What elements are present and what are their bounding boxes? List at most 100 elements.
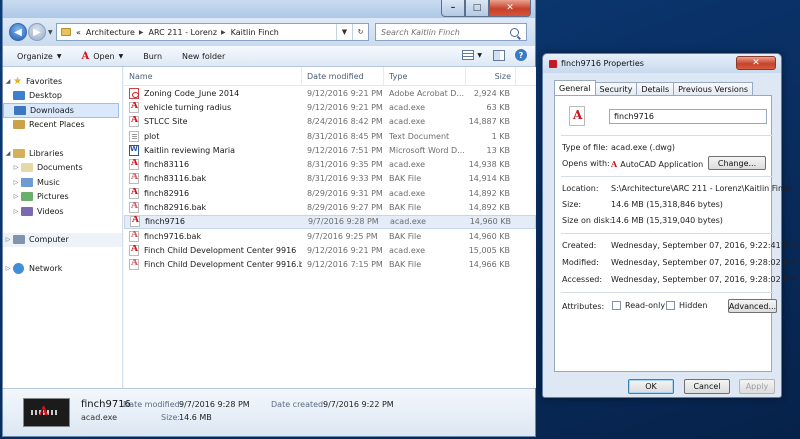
address-dropdown-icon[interactable]: ▼: [336, 24, 352, 40]
nav-network[interactable]: ▷ Network: [3, 261, 122, 276]
file-row[interactable]: vehicle turning radius 9/12/2016 9:21 PM a…: [124, 100, 536, 114]
open-button[interactable]: A Open ▼: [81, 51, 123, 62]
nav-documents[interactable]: ▷ Documents: [3, 161, 122, 176]
file-row[interactable]: Kaitlin reviewing Maria 9/12/2016 7:51 PM…: [124, 143, 536, 157]
collapse-triangle-icon[interactable]: ◢: [3, 78, 13, 85]
refresh-icon[interactable]: ↻: [352, 24, 368, 40]
tab-details[interactable]: Details: [636, 82, 675, 95]
file-row[interactable]: Zoning Code_June 2014 9/12/2016 9:21 PM Ad…: [124, 86, 536, 100]
breadcrumb-separator-icon[interactable]: ▶: [221, 29, 226, 36]
breadcrumb-overflow[interactable]: «: [76, 28, 81, 37]
checkbox-icon[interactable]: [666, 301, 675, 310]
nav-computer[interactable]: ▷ Computer: [3, 232, 122, 247]
ok-button[interactable]: OK: [628, 379, 674, 394]
close-button[interactable]: ✕: [489, 0, 531, 17]
expand-triangle-icon[interactable]: ▷: [3, 236, 13, 243]
breadcrumb-arc211[interactable]: ARC 211 - Lorenz: [149, 28, 218, 37]
autocad-file-icon: [129, 244, 139, 256]
file-row[interactable]: finch9716.bak 9/7/2016 9:25 PM BAK File 14,…: [124, 229, 536, 243]
tab-security[interactable]: Security: [594, 82, 638, 95]
forward-button[interactable]: ▶: [28, 23, 46, 41]
dialog-tabs: General Security Details Previous Versio…: [554, 80, 754, 95]
file-date: 9/12/2016 9:21 PM: [307, 102, 383, 112]
column-header-type[interactable]: Type: [384, 66, 466, 86]
explorer-titlebar[interactable]: – □ ✕: [3, 0, 535, 18]
cancel-button[interactable]: Cancel: [684, 379, 730, 394]
breadcrumb-separator-icon[interactable]: ▶: [139, 29, 144, 36]
nav-music[interactable]: ▷ Music: [3, 175, 122, 190]
read-only-checkbox[interactable]: Read-only: [612, 301, 665, 310]
checkbox-icon[interactable]: [612, 301, 621, 310]
file-row[interactable]: finch82916 8/29/2016 9:31 PM acad.exe 14,89…: [124, 186, 536, 200]
nav-pictures[interactable]: ▷ Pictures: [3, 190, 122, 205]
file-name: STLCC Site: [144, 117, 188, 127]
type-of-file-label: Type of file:: [562, 143, 609, 152]
file-row[interactable]: finch83116 8/31/2016 9:35 PM acad.exe 14,93…: [124, 157, 536, 171]
expand-triangle-icon[interactable]: ▷: [11, 179, 21, 186]
dialog-close-button[interactable]: ✕: [736, 56, 776, 70]
nav-favorites[interactable]: ◢ ★ Favorites: [3, 74, 122, 89]
breadcrumb-kaitlin-finch[interactable]: Kaitlin Finch: [231, 28, 279, 37]
downloads-icon: [14, 105, 26, 115]
nav-label: Favorites: [26, 76, 63, 86]
search-icon[interactable]: [510, 27, 519, 37]
nav-videos[interactable]: ▷ Videos: [3, 204, 122, 219]
file-name: Kaitlin reviewing Maria: [144, 145, 236, 155]
file-row[interactable]: Finch Child Development Center 9916.bak 9…: [124, 258, 536, 272]
change-view-icon[interactable]: [462, 50, 475, 60]
minimize-button[interactable]: –: [441, 0, 465, 17]
nav-libraries[interactable]: ◢ Libraries: [3, 146, 122, 161]
help-icon[interactable]: ?: [515, 49, 527, 61]
address-bar[interactable]: « Architecture ▶ ARC 211 - Lorenz ▶ Kait…: [56, 23, 369, 41]
details-date-created-label: Date created:: [271, 400, 326, 409]
file-type: Text Document: [389, 131, 450, 141]
nav-desktop[interactable]: Desktop: [3, 89, 122, 104]
opens-with-value: A AutoCAD Application: [611, 159, 703, 169]
documents-icon: [21, 163, 33, 173]
breadcrumb-architecture[interactable]: Architecture: [86, 28, 135, 37]
expand-triangle-icon[interactable]: ▷: [3, 265, 13, 272]
search-input[interactable]: [376, 27, 506, 37]
expand-triangle-icon[interactable]: ▷: [11, 164, 21, 171]
file-row[interactable]: Finch Child Development Center 9916 9/12/…: [124, 243, 536, 257]
hidden-checkbox[interactable]: Hidden: [666, 301, 707, 310]
tab-previous-versions[interactable]: Previous Versions: [673, 82, 754, 95]
file-type: acad.exe: [389, 160, 426, 170]
file-name-field[interactable]: [609, 109, 767, 124]
view-dropdown-icon[interactable]: ▼: [477, 52, 482, 59]
file-size: 1 KB: [491, 131, 510, 141]
file-row[interactable]: finch83116.bak 8/31/2016 9:33 PM BAK File 1…: [124, 172, 536, 186]
dialog-titlebar[interactable]: finch9716 Properties ✕: [543, 54, 781, 73]
file-row[interactable]: finch82916.bak 8/29/2016 9:27 PM BAK File 1…: [124, 200, 536, 214]
advanced-button[interactable]: Advanced...: [728, 299, 777, 313]
file-size: 14,966 KB: [468, 260, 510, 270]
created-label: Created:: [562, 241, 597, 250]
file-row[interactable]: finch9716 9/7/2016 9:28 PM acad.exe 14,960 …: [124, 214, 536, 229]
tab-general[interactable]: General: [554, 80, 596, 95]
nav-recent-places[interactable]: Recent Places: [3, 118, 122, 133]
maximize-button[interactable]: □: [465, 0, 489, 17]
change-button[interactable]: Change...: [708, 156, 766, 170]
file-name: finch83116.bak: [144, 174, 207, 184]
search-box[interactable]: [375, 23, 527, 41]
file-row[interactable]: STLCC Site 8/24/2016 8:42 PM acad.exe 14,88…: [124, 115, 536, 129]
column-header-date[interactable]: Date modified: [302, 66, 384, 86]
collapse-triangle-icon[interactable]: ◢: [3, 150, 13, 157]
preview-pane-icon[interactable]: [493, 49, 505, 61]
apply-button[interactable]: Apply: [739, 379, 775, 394]
recent-pages-dropdown[interactable]: ▼: [48, 29, 53, 36]
expand-triangle-icon[interactable]: ▷: [11, 193, 21, 200]
videos-icon: [21, 206, 33, 216]
file-size: 63 KB: [486, 102, 510, 112]
back-button[interactable]: ◀: [9, 23, 27, 41]
file-date: 9/7/2016 9:28 PM: [308, 217, 379, 227]
nav-downloads[interactable]: Downloads: [3, 103, 119, 118]
autocad-file-icon: [129, 101, 139, 113]
new-folder-button[interactable]: New folder: [182, 52, 225, 61]
column-header-size[interactable]: Size: [466, 66, 516, 86]
expand-triangle-icon[interactable]: ▷: [11, 208, 21, 215]
column-header-name[interactable]: Name: [124, 66, 302, 86]
organize-button[interactable]: Organize ▼: [17, 52, 61, 61]
file-row[interactable]: plot 8/31/2016 8:45 PM Text Document 1 KB: [124, 129, 536, 143]
burn-button[interactable]: Burn: [143, 52, 162, 61]
